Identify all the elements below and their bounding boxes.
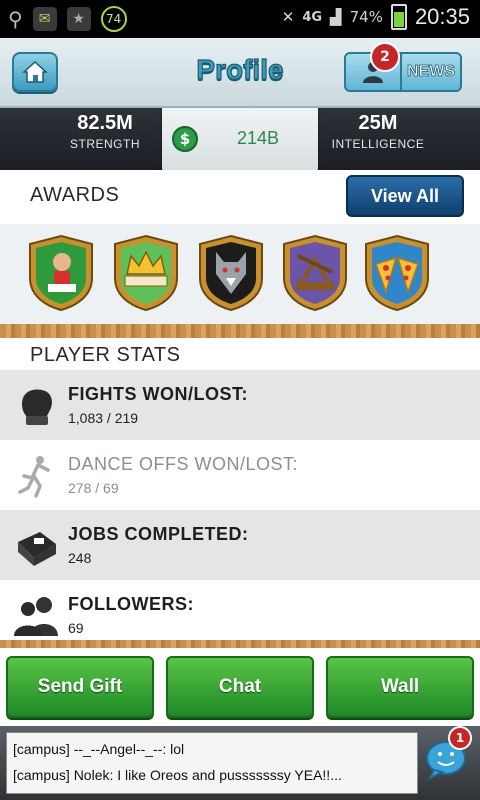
pizza-award-icon[interactable]	[362, 234, 432, 312]
stat-label: JOBS COMPLETED:	[68, 524, 249, 544]
intelligence-value: 25M	[358, 112, 398, 134]
send-gift-button[interactable]: Send Gift	[6, 656, 154, 718]
stat-label: DANCE OFFS WON/LOST:	[68, 454, 299, 474]
view-all-button[interactable]: View All	[346, 175, 464, 217]
intelligence-stat: 25M INTELLIGENCE	[318, 112, 438, 151]
runner-award-icon[interactable]	[26, 234, 96, 312]
profile-content[interactable]: AWARDS View All PLAYER STATS FIGHTS WON/…	[0, 170, 480, 648]
trebuchet-award-icon[interactable]	[280, 234, 350, 312]
stat-value: 278 / 69	[68, 480, 119, 496]
briefcase-icon	[14, 524, 60, 568]
chat-badge: 1	[448, 726, 472, 750]
strength-stat: 82.5M STRENGTH	[46, 112, 164, 151]
strength-label: STRENGTH	[70, 137, 140, 151]
stat-label: FIGHTS WON/LOST:	[68, 384, 248, 404]
stat-value: 69	[68, 620, 84, 636]
battery-percent: 74%	[349, 8, 383, 26]
stat-row-jobs: JOBS COMPLETED: 248	[0, 510, 480, 580]
chat-line: [campus] Nolek: I like Oreos and pusssss…	[13, 767, 342, 783]
cash-panel: $ 214B	[162, 108, 318, 174]
wolf-award-icon[interactable]	[196, 234, 266, 312]
network-label: 4G	[302, 9, 323, 25]
dancer-icon	[14, 454, 60, 498]
stat-label: FOLLOWERS:	[68, 594, 194, 614]
chat-app-icon: ✉	[32, 7, 57, 31]
dollar-coin-icon: $	[172, 126, 198, 152]
stat-value: 248	[68, 550, 92, 566]
wall-button[interactable]: Wall	[326, 656, 474, 718]
stat-row-followers: FOLLOWERS: 69	[0, 580, 480, 648]
app-header: Profile NEWS 2	[0, 38, 480, 108]
star-icon: ★	[66, 7, 91, 31]
mute-icon: ✕	[281, 8, 295, 26]
chat-preview[interactable]: [campus] --_--Angel--_--: lol [campus] N…	[6, 732, 418, 794]
news-label: NEWS	[407, 63, 456, 81]
notification-count-badge: 74	[100, 6, 127, 32]
awards-row	[0, 224, 480, 324]
stat-row-fights: FIGHTS WON/LOST: 1,083 / 219	[0, 370, 480, 440]
status-bar: ⚲ ✉ ★ 74 ✕ 4G ▟ 74% 20:35	[0, 0, 480, 38]
boxing-glove-icon	[14, 384, 60, 428]
chat-footer: [campus] --_--Angel--_--: lol [campus] N…	[0, 726, 480, 800]
cash-value: 214B	[236, 128, 280, 148]
action-bar: Send Gift Chat Wall	[0, 648, 480, 726]
player-stats-title: PLAYER STATS	[30, 344, 181, 366]
stat-row-dance: DANCE OFFS WON/LOST: 278 / 69	[0, 440, 480, 510]
usb-icon: ⚲	[8, 7, 23, 31]
clock-time: 20:35	[414, 4, 470, 29]
signal-icon: ▟	[330, 8, 342, 26]
awards-title: AWARDS	[30, 184, 120, 206]
chat-button[interactable]: Chat	[166, 656, 314, 718]
news-button[interactable]: NEWS 2	[344, 42, 462, 92]
followers-icon	[14, 594, 60, 638]
news-badge: 2	[370, 42, 400, 72]
chat-line: [campus] --_--Angel--_--: lol	[13, 741, 185, 757]
crown-award-icon[interactable]	[111, 234, 181, 312]
stat-value: 1,083 / 219	[68, 410, 139, 426]
battery-icon	[390, 4, 407, 30]
intelligence-label: INTELLIGENCE	[331, 137, 425, 151]
awards-header: AWARDS View All	[0, 170, 480, 224]
strength-value: 82.5M	[77, 112, 133, 134]
cork-divider	[0, 324, 480, 338]
cork-divider-bottom	[0, 640, 480, 648]
stats-strip: 82.5M STRENGTH $ 214B 25M INTELLIGENCE	[0, 108, 480, 174]
